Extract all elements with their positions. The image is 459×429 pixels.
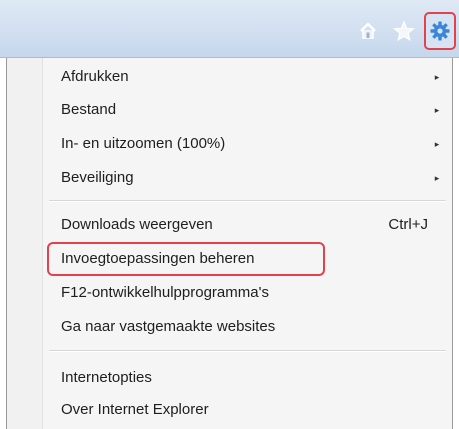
- menu-icon-gutter: [7, 58, 43, 429]
- menu-item-security[interactable]: Beveiliging ▸: [61, 165, 442, 191]
- submenu-arrow-icon: ▸: [434, 139, 440, 149]
- menu-item-label: Beveiliging: [61, 169, 134, 186]
- menu-item-pinned-sites[interactable]: Ga naar vastgemaakte websites: [61, 314, 442, 340]
- favorites-star-icon[interactable]: [392, 19, 416, 43]
- shortcut-label: Ctrl+J: [388, 216, 428, 233]
- menu-item-label: Bestand: [61, 101, 117, 118]
- menu-item-view-downloads[interactable]: Downloads weergeven Ctrl+J: [61, 212, 442, 238]
- menu-item-zoom[interactable]: In- en uitzoomen (100%) ▸: [61, 131, 442, 157]
- menu-item-developer-tools[interactable]: F12-ontwikkelhulpprogramma's: [61, 280, 442, 306]
- menu-separator: [49, 350, 446, 352]
- menu-item-internet-options[interactable]: Internetopties: [61, 365, 442, 391]
- submenu-arrow-icon: ▸: [434, 105, 440, 115]
- menu-item-label: Invoegtoepassingen beheren: [61, 250, 255, 267]
- menu-item-print[interactable]: Afdrukken ▸: [61, 64, 442, 90]
- submenu-arrow-icon: ▸: [434, 72, 440, 82]
- browser-toolbar: [0, 0, 459, 58]
- menu-item-label: Over Internet Explorer: [61, 401, 209, 418]
- menu-item-label: F12-ontwikkelhulpprogramma's: [61, 284, 269, 301]
- tools-menu: Afdrukken ▸ Bestand ▸ In- en uitzoomen (…: [6, 58, 453, 429]
- submenu-arrow-icon: ▸: [434, 173, 440, 183]
- tools-gear-icon[interactable]: [424, 12, 456, 50]
- menu-item-label: Internetopties: [61, 369, 152, 386]
- menu-item-label: Downloads weergeven: [61, 216, 213, 233]
- menu-item-manage-addons[interactable]: Invoegtoepassingen beheren: [61, 246, 442, 272]
- home-icon[interactable]: [356, 19, 380, 43]
- menu-item-about-ie[interactable]: Over Internet Explorer: [61, 397, 442, 423]
- menu-separator: [49, 200, 446, 202]
- menu-item-label: Ga naar vastgemaakte websites: [61, 318, 276, 335]
- menu-item-label: In- en uitzoomen (100%): [61, 135, 226, 152]
- menu-item-file[interactable]: Bestand ▸: [61, 97, 442, 123]
- browser-window-fragment: Afdrukken ▸ Bestand ▸ In- en uitzoomen (…: [0, 0, 459, 429]
- menu-item-label: Afdrukken: [61, 68, 129, 85]
